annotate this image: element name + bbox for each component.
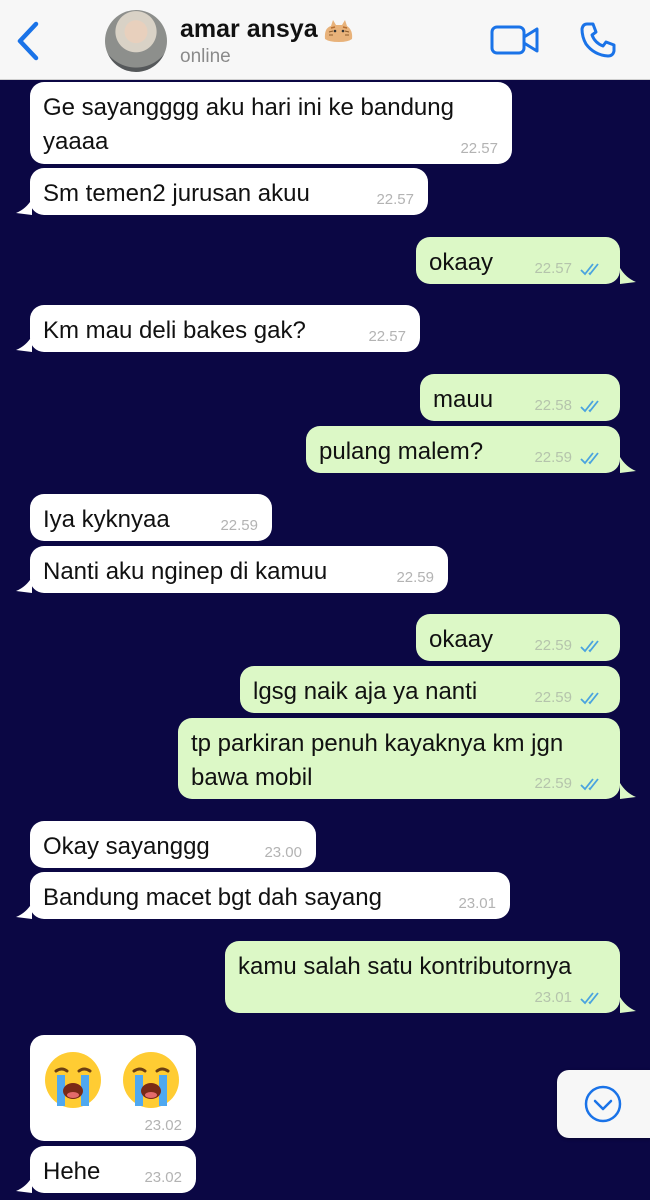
message-text: Sm temen2 jurusan akuu bbox=[43, 180, 310, 207]
message-time: 22.57 bbox=[376, 191, 414, 208]
bubble-tail bbox=[16, 1177, 32, 1193]
contact-status: online bbox=[180, 46, 231, 67]
message-bubble-outgoing[interactable]: pulang malem? 22.59 bbox=[306, 426, 620, 473]
emoji-row bbox=[43, 1044, 182, 1110]
loudly-crying-face-emoji bbox=[123, 1052, 179, 1108]
phone-icon[interactable] bbox=[578, 20, 618, 60]
bubble-tail bbox=[16, 577, 32, 593]
bubble-tail bbox=[620, 457, 636, 473]
message-text: kamu salah satu kontributornya bbox=[238, 953, 572, 980]
avatar[interactable] bbox=[105, 10, 167, 72]
message-bubble-incoming[interactable]: Hehe 23.02 bbox=[30, 1146, 196, 1193]
double-check-icon bbox=[580, 692, 599, 705]
loudly-crying-face-emoji bbox=[45, 1052, 101, 1108]
cat-emoji-icon bbox=[324, 20, 352, 42]
message-bubble-outgoing[interactable]: kamu salah satu kontributornya 23.01 bbox=[225, 941, 620, 1013]
message-time: 22.59 bbox=[534, 775, 572, 792]
message-bubble-incoming[interactable]: Km mau deli bakes gak? 22.57 bbox=[30, 305, 420, 352]
double-check-icon bbox=[580, 452, 599, 465]
message-time: 23.02 bbox=[144, 1169, 182, 1186]
contact-name-row[interactable]: amar ansya bbox=[180, 12, 356, 46]
message-bubble-outgoing[interactable]: mauu 22.58 bbox=[420, 374, 620, 421]
message-text: lgsg naik aja ya nanti bbox=[253, 678, 478, 705]
message-bubble-outgoing[interactable]: okaay 22.57 bbox=[416, 237, 620, 284]
message-text: Nanti aku nginep di kamuu bbox=[43, 558, 328, 585]
double-check-icon bbox=[580, 778, 599, 791]
message-text: tp parkiran penuh kayaknya km jgn bawa m… bbox=[191, 730, 564, 791]
message-text: mauu bbox=[433, 386, 494, 413]
bubble-tail bbox=[16, 903, 32, 919]
message-time: 23.01 bbox=[458, 895, 496, 912]
message-time: 22.57 bbox=[460, 140, 498, 157]
message-time: 22.57 bbox=[534, 260, 572, 277]
bubble-tail bbox=[620, 268, 636, 284]
chevron-down-circle-icon bbox=[584, 1085, 622, 1123]
message-bubble-incoming[interactable]: Okay sayanggg 23.00 bbox=[30, 821, 316, 868]
message-text: Km mau deli bakes gak? bbox=[43, 317, 306, 344]
chevron-left-icon[interactable] bbox=[10, 18, 46, 64]
message-time: 22.59 bbox=[220, 517, 258, 534]
message-bubble-incoming[interactable]: 23.02 bbox=[30, 1035, 196, 1141]
bubble-tail bbox=[16, 336, 32, 352]
message-text: Iya kyknyaa bbox=[43, 506, 170, 533]
message-bubble-outgoing[interactable]: lgsg naik aja ya nanti 22.59 bbox=[240, 666, 620, 713]
message-text: Okay sayanggg bbox=[43, 833, 210, 860]
double-check-icon bbox=[580, 640, 599, 653]
message-time: 22.59 bbox=[534, 449, 572, 466]
message-text: Hehe bbox=[43, 1158, 101, 1185]
message-text: Ge sayangggg aku hari ini ke bandung yaa… bbox=[43, 94, 454, 155]
message-time: 22.58 bbox=[534, 397, 572, 414]
double-check-icon bbox=[580, 263, 599, 276]
double-check-icon bbox=[580, 992, 599, 1005]
message-text: Bandung macet bgt dah sayang bbox=[43, 884, 382, 911]
message-time: 23.02 bbox=[144, 1117, 182, 1134]
message-bubble-incoming[interactable]: Bandung macet bgt dah sayang 23.01 bbox=[30, 872, 510, 919]
message-time: 23.01 bbox=[534, 989, 572, 1006]
double-check-icon bbox=[580, 400, 599, 413]
bubble-tail bbox=[620, 783, 636, 799]
message-text: okaay bbox=[429, 626, 494, 653]
message-bubble-incoming[interactable]: Ge sayangggg aku hari ini ke bandung yaa… bbox=[30, 82, 512, 164]
message-bubble-incoming[interactable]: Nanti aku nginep di kamuu 22.59 bbox=[30, 546, 448, 593]
message-time: 22.57 bbox=[368, 328, 406, 345]
message-text: okaay bbox=[429, 249, 494, 276]
message-time: 22.59 bbox=[396, 569, 434, 586]
scroll-to-bottom-button[interactable] bbox=[557, 1070, 650, 1138]
message-time: 23.00 bbox=[264, 844, 302, 861]
bubble-tail bbox=[16, 199, 32, 215]
chat-header: amar ansya online bbox=[0, 0, 650, 80]
message-text: pulang malem? bbox=[319, 438, 484, 465]
message-time: 22.59 bbox=[534, 689, 572, 706]
message-bubble-incoming[interactable]: Iya kyknyaa 22.59 bbox=[30, 494, 272, 541]
message-bubble-incoming[interactable]: Sm temen2 jurusan akuu 22.57 bbox=[30, 168, 428, 215]
message-time: 22.59 bbox=[534, 637, 572, 654]
message-bubble-outgoing[interactable]: okaay 22.59 bbox=[416, 614, 620, 661]
message-bubble-outgoing[interactable]: tp parkiran penuh kayaknya km jgn bawa m… bbox=[178, 718, 620, 799]
contact-name: amar ansya bbox=[180, 14, 318, 43]
video-camera-icon[interactable] bbox=[490, 24, 540, 56]
bubble-tail bbox=[620, 997, 636, 1013]
